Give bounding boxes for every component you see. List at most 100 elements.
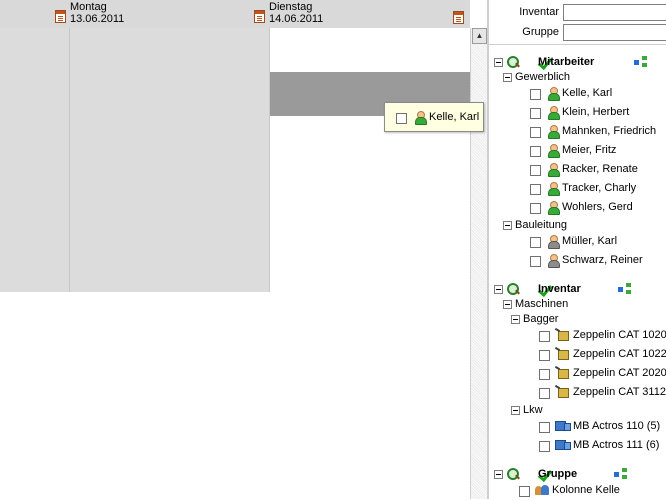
- tree-item-label: Schwarz, Reiner: [562, 254, 643, 266]
- calendar-icon[interactable]: [254, 10, 265, 23]
- tooltip-label: Kelle, Karl: [429, 111, 480, 123]
- tree-item-machine[interactable]: Zeppelin CAT 1022: [539, 347, 666, 365]
- day-header-date: 13.06.2011: [70, 13, 125, 25]
- calendar-icon[interactable]: [55, 10, 66, 23]
- tree-item-vehicle[interactable]: MB Actros 110 (5): [539, 419, 666, 437]
- tree-item-label: Tracker, Charly: [562, 182, 637, 194]
- gruppe-search-input[interactable]: [563, 24, 666, 41]
- hierarchy-icon[interactable]: [614, 467, 628, 481]
- drag-tooltip: Kelle, Karl: [384, 102, 484, 132]
- tree-item-employee[interactable]: Meier, Fritz: [530, 143, 666, 161]
- tree-item-employee[interactable]: Schwarz, Reiner: [530, 253, 666, 271]
- day-header-weekday: Montag: [70, 1, 107, 13]
- calendar-cell[interactable]: [0, 204, 70, 248]
- excavator-icon: [555, 366, 569, 380]
- tree-item-checkbox[interactable]: [539, 388, 550, 399]
- hierarchy-icon[interactable]: [618, 282, 632, 296]
- calendar-cell[interactable]: [70, 116, 270, 160]
- tree-item-checkbox[interactable]: [530, 127, 541, 138]
- tree-item-employee[interactable]: Wohlers, Gerd: [530, 200, 666, 218]
- tree-item-label: Meier, Fritz: [562, 144, 617, 156]
- calendar-area: Montag 13.06.2011 Dienstag 14.06.2011: [0, 0, 470, 499]
- tree-section-title: Gruppe: [538, 468, 578, 480]
- calendar-cell[interactable]: [70, 160, 270, 204]
- tree-item-checkbox[interactable]: [539, 369, 550, 380]
- calendar-cell[interactable]: [0, 28, 70, 72]
- tree-item-machine[interactable]: Zeppelin CAT 3112: [539, 385, 666, 403]
- tree-item-label: Müller, Karl: [562, 235, 618, 247]
- collapse-icon[interactable]: [494, 58, 503, 67]
- tree-item-vehicle[interactable]: MB Actros 111 (6): [539, 438, 666, 456]
- tree-item-machine[interactable]: Zeppelin CAT 2020: [539, 366, 666, 384]
- tree-item-checkbox[interactable]: [530, 146, 541, 157]
- tree-item-label: Zeppelin CAT 1022: [573, 348, 666, 360]
- tooltip-checkbox: [396, 113, 407, 124]
- tree-item-checkbox[interactable]: [539, 331, 550, 342]
- collapse-icon[interactable]: [494, 470, 503, 479]
- tree-item-checkbox[interactable]: [539, 422, 550, 433]
- excavator-icon: [555, 385, 569, 399]
- tree-item-employee[interactable]: Klein, Herbert: [530, 105, 666, 123]
- calendar-cell[interactable]: [0, 160, 70, 204]
- calendar-cell[interactable]: [0, 116, 70, 160]
- calendar-cell[interactable]: [70, 248, 270, 292]
- truck-icon: [555, 438, 571, 452]
- hierarchy-icon[interactable]: [634, 55, 648, 69]
- tree-item-checkbox[interactable]: [539, 350, 550, 361]
- collapse-icon[interactable]: [503, 221, 512, 230]
- person-icon: [546, 124, 560, 139]
- person-icon: [546, 234, 560, 249]
- tree-item-label: Mahnken, Friedrich: [562, 125, 657, 137]
- search-icon[interactable]: [506, 282, 520, 296]
- search-icon[interactable]: [506, 55, 520, 69]
- calendar-icon[interactable]: [453, 11, 464, 24]
- tree-item-checkbox[interactable]: [530, 165, 541, 176]
- tree-item-employee[interactable]: Mahnken, Friedrich: [530, 124, 666, 142]
- calendar-row: [0, 248, 470, 292]
- calendar-cell[interactable]: [70, 28, 270, 72]
- collapse-icon[interactable]: [503, 73, 512, 82]
- tree-item-checkbox[interactable]: [530, 108, 541, 119]
- filter-inventar-label: Inventar: [519, 6, 559, 18]
- tree-item-checkbox[interactable]: [539, 441, 550, 452]
- tree-item-group[interactable]: Kolonne Kelle: [519, 483, 666, 501]
- tree-item-employee[interactable]: Racker, Renate: [530, 162, 666, 180]
- collapse-icon[interactable]: [511, 315, 520, 324]
- calendar-cell[interactable]: [270, 204, 470, 248]
- tree-item-checkbox[interactable]: [530, 89, 541, 100]
- inventar-search-input[interactable]: [563, 4, 666, 21]
- tree-item-checkbox[interactable]: [530, 256, 541, 267]
- tree-item-employee[interactable]: Müller, Karl: [530, 234, 666, 252]
- collapse-icon[interactable]: [494, 285, 503, 294]
- collapse-icon[interactable]: [511, 406, 520, 415]
- person-icon: [546, 143, 560, 158]
- collapse-icon[interactable]: [503, 300, 512, 309]
- filter-gruppe-label: Gruppe: [522, 26, 559, 38]
- calendar-cell[interactable]: [0, 72, 70, 116]
- calendar-cell[interactable]: [70, 72, 270, 116]
- tree-item-checkbox[interactable]: [530, 184, 541, 195]
- person-icon: [546, 105, 560, 120]
- calendar-cell[interactable]: [270, 248, 470, 292]
- calendar-cell[interactable]: [0, 248, 70, 292]
- tree-item-machine[interactable]: Zeppelin CAT 1020: [539, 328, 666, 346]
- tree-item-label: Zeppelin CAT 2020: [573, 367, 666, 379]
- person-icon: [546, 200, 560, 215]
- excavator-icon: [555, 328, 569, 342]
- tree-item-checkbox[interactable]: [530, 237, 541, 248]
- calendar-scrollbar[interactable]: ▲: [470, 28, 487, 499]
- tree-item-checkbox[interactable]: [519, 486, 530, 497]
- tree-section-title: Inventar: [538, 283, 581, 295]
- scroll-up-arrow-icon[interactable]: ▲: [472, 28, 487, 44]
- calendar-row: [0, 28, 470, 72]
- tree-group-label: Bagger: [523, 313, 559, 325]
- filter-gruppe: Gruppe: [489, 24, 666, 42]
- search-icon[interactable]: [506, 467, 520, 481]
- filter-inventar: Inventar: [489, 4, 666, 22]
- calendar-cell[interactable]: [270, 160, 470, 204]
- tree-item-employee[interactable]: Tracker, Charly: [530, 181, 666, 199]
- tree-item-checkbox[interactable]: [530, 203, 541, 214]
- tree-item-employee[interactable]: Kelle, Karl: [530, 86, 666, 104]
- calendar-cell[interactable]: [270, 28, 470, 72]
- calendar-cell[interactable]: [70, 204, 270, 248]
